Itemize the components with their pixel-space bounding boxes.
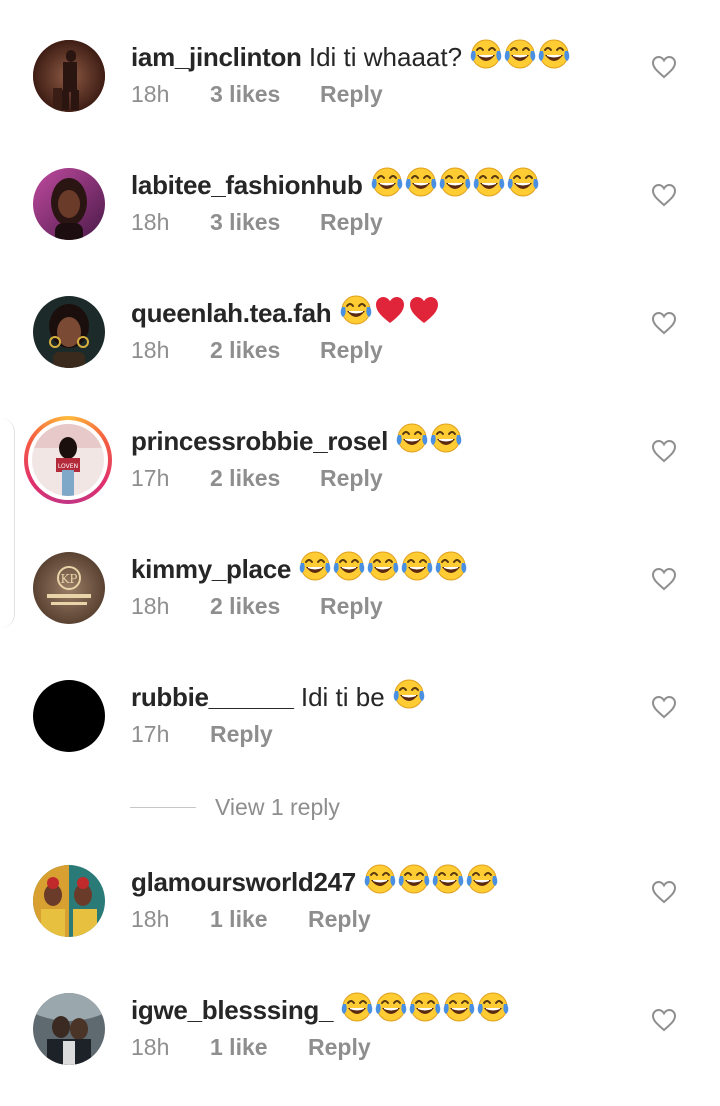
laughing-tears-emoji-icon — [465, 864, 499, 897]
laughing-tears-emoji-icon — [395, 423, 429, 456]
avatar[interactable] — [33, 865, 105, 937]
reply-button[interactable]: Reply — [308, 1033, 371, 1061]
comment-text: Idi ti be — [300, 682, 385, 712]
laughing-tears-emoji-icon — [340, 992, 374, 1025]
like-heart-icon[interactable] — [651, 695, 677, 719]
laughing-tears-emoji-icon — [404, 167, 438, 200]
comment-likes[interactable]: 2 likes — [210, 592, 320, 620]
avatar[interactable] — [33, 680, 105, 752]
comment-username[interactable]: glamoursworld247 — [131, 867, 356, 897]
comment-text: Idi ti whaaat? — [308, 42, 463, 72]
comment-likes[interactable]: 3 likes — [210, 80, 320, 108]
comment-likes[interactable]: 1 like — [210, 905, 308, 933]
laughing-tears-emoji-icon — [408, 992, 442, 1025]
comment-username[interactable]: princessrobbie_rosel — [131, 426, 388, 456]
laughing-tears-emoji-icon — [469, 39, 503, 72]
svg-text:LOVEN: LOVEN — [58, 463, 78, 470]
comment-time: 18h — [131, 1034, 170, 1060]
laughing-tears-emoji-icon — [503, 39, 537, 72]
comment-username[interactable]: rubbie______ — [131, 682, 294, 712]
laughing-tears-emoji-icon — [363, 864, 397, 897]
comment-likes[interactable]: 2 likes — [210, 464, 320, 492]
comment-time: 18h — [131, 593, 170, 619]
comment-emojis — [298, 551, 468, 584]
like-heart-icon[interactable] — [651, 439, 677, 463]
comment-username[interactable]: kimmy_place — [131, 554, 291, 584]
avatar[interactable] — [33, 296, 105, 368]
avatar[interactable]: KP — [33, 552, 105, 624]
comment-username[interactable]: igwe_blesssing_ — [131, 995, 333, 1025]
laughing-tears-emoji-icon — [374, 992, 408, 1025]
laughing-tears-emoji-icon — [472, 167, 506, 200]
avatar[interactable] — [33, 168, 105, 240]
comment-time: 18h — [131, 81, 170, 107]
comment-username[interactable]: labitee_fashionhub — [131, 170, 363, 200]
avatar-story-ring[interactable]: LOVEN — [24, 416, 112, 504]
laughing-tears-emoji-icon — [339, 295, 373, 328]
comment-emojis — [370, 167, 540, 200]
comment-username[interactable]: iam_jinclinton — [131, 42, 302, 72]
view-replies-divider — [130, 806, 196, 808]
red-heart-icon — [373, 297, 407, 328]
like-heart-icon[interactable] — [651, 55, 677, 79]
like-heart-icon[interactable] — [651, 880, 677, 904]
comment-username[interactable]: queenlah.tea.fah — [131, 298, 332, 328]
comment-time: 17h — [131, 465, 170, 491]
comment-item: labitee_fashionhub 18h 3 likes Reply — [0, 166, 720, 266]
comment-item: iam_jinclinton Idi ti whaaat? 18h 3 likes… — [0, 38, 720, 138]
laughing-tears-emoji-icon — [434, 551, 468, 584]
laughing-tears-emoji-icon — [366, 551, 400, 584]
comment-time: 18h — [131, 337, 170, 363]
laughing-tears-emoji-icon — [476, 992, 510, 1025]
reply-button[interactable]: Reply — [308, 905, 371, 933]
like-heart-icon[interactable] — [651, 1008, 677, 1032]
view-replies-button[interactable]: View 1 reply — [130, 793, 340, 821]
laughing-tears-emoji-icon — [392, 679, 426, 712]
comment-item: queenlah.tea.fah 18h 2 likes Reply — [0, 294, 720, 394]
laughing-tears-emoji-icon — [397, 864, 431, 897]
avatar[interactable] — [33, 40, 105, 112]
comment-item: igwe_blesssing_ 18h 1 like Reply — [0, 991, 720, 1091]
reply-button[interactable]: Reply — [320, 336, 383, 364]
laughing-tears-emoji-icon — [400, 551, 434, 584]
reply-button[interactable]: Reply — [210, 720, 273, 748]
comment-emojis — [363, 864, 499, 897]
laughing-tears-emoji-icon — [431, 864, 465, 897]
comment-emojis — [340, 992, 510, 1025]
laughing-tears-emoji-icon — [429, 423, 463, 456]
comment-item: glamoursworld247 18h 1 like Reply — [0, 863, 720, 963]
laughing-tears-emoji-icon — [438, 167, 472, 200]
comment-time: 18h — [131, 906, 170, 932]
reply-button[interactable]: Reply — [320, 208, 383, 236]
like-heart-icon[interactable] — [651, 311, 677, 335]
comment-item: rubbie______ Idi ti be 17h Reply — [0, 678, 720, 778]
comment-likes[interactable]: 2 likes — [210, 336, 320, 364]
reply-button[interactable]: Reply — [320, 80, 383, 108]
laughing-tears-emoji-icon — [442, 992, 476, 1025]
comment-emojis — [339, 295, 441, 328]
laughing-tears-emoji-icon — [332, 551, 366, 584]
avatar[interactable] — [33, 993, 105, 1065]
comment-emojis — [462, 39, 571, 72]
laughing-tears-emoji-icon — [370, 167, 404, 200]
laughing-tears-emoji-icon — [298, 551, 332, 584]
comment-likes[interactable]: 3 likes — [210, 208, 320, 236]
comment-item: LOVEN princessrobbie_rosel 17h 2 likes Rep… — [0, 416, 720, 522]
comment-time: 18h — [131, 209, 170, 235]
svg-text:KP: KP — [60, 572, 77, 586]
comment-item: KP kimmy_place 18h 2 likes Reply — [0, 550, 720, 650]
laughing-tears-emoji-icon — [537, 39, 571, 72]
comment-time: 17h — [131, 721, 170, 747]
comment-emojis — [385, 679, 426, 712]
view-replies-label: View 1 reply — [215, 793, 340, 820]
laughing-tears-emoji-icon — [506, 167, 540, 200]
red-heart-icon — [407, 297, 441, 328]
reply-button[interactable]: Reply — [320, 464, 383, 492]
comment-likes[interactable]: 1 like — [210, 1033, 308, 1061]
like-heart-icon[interactable] — [651, 567, 677, 591]
reply-button[interactable]: Reply — [320, 592, 383, 620]
comment-emojis — [395, 423, 463, 456]
like-heart-icon[interactable] — [651, 183, 677, 207]
